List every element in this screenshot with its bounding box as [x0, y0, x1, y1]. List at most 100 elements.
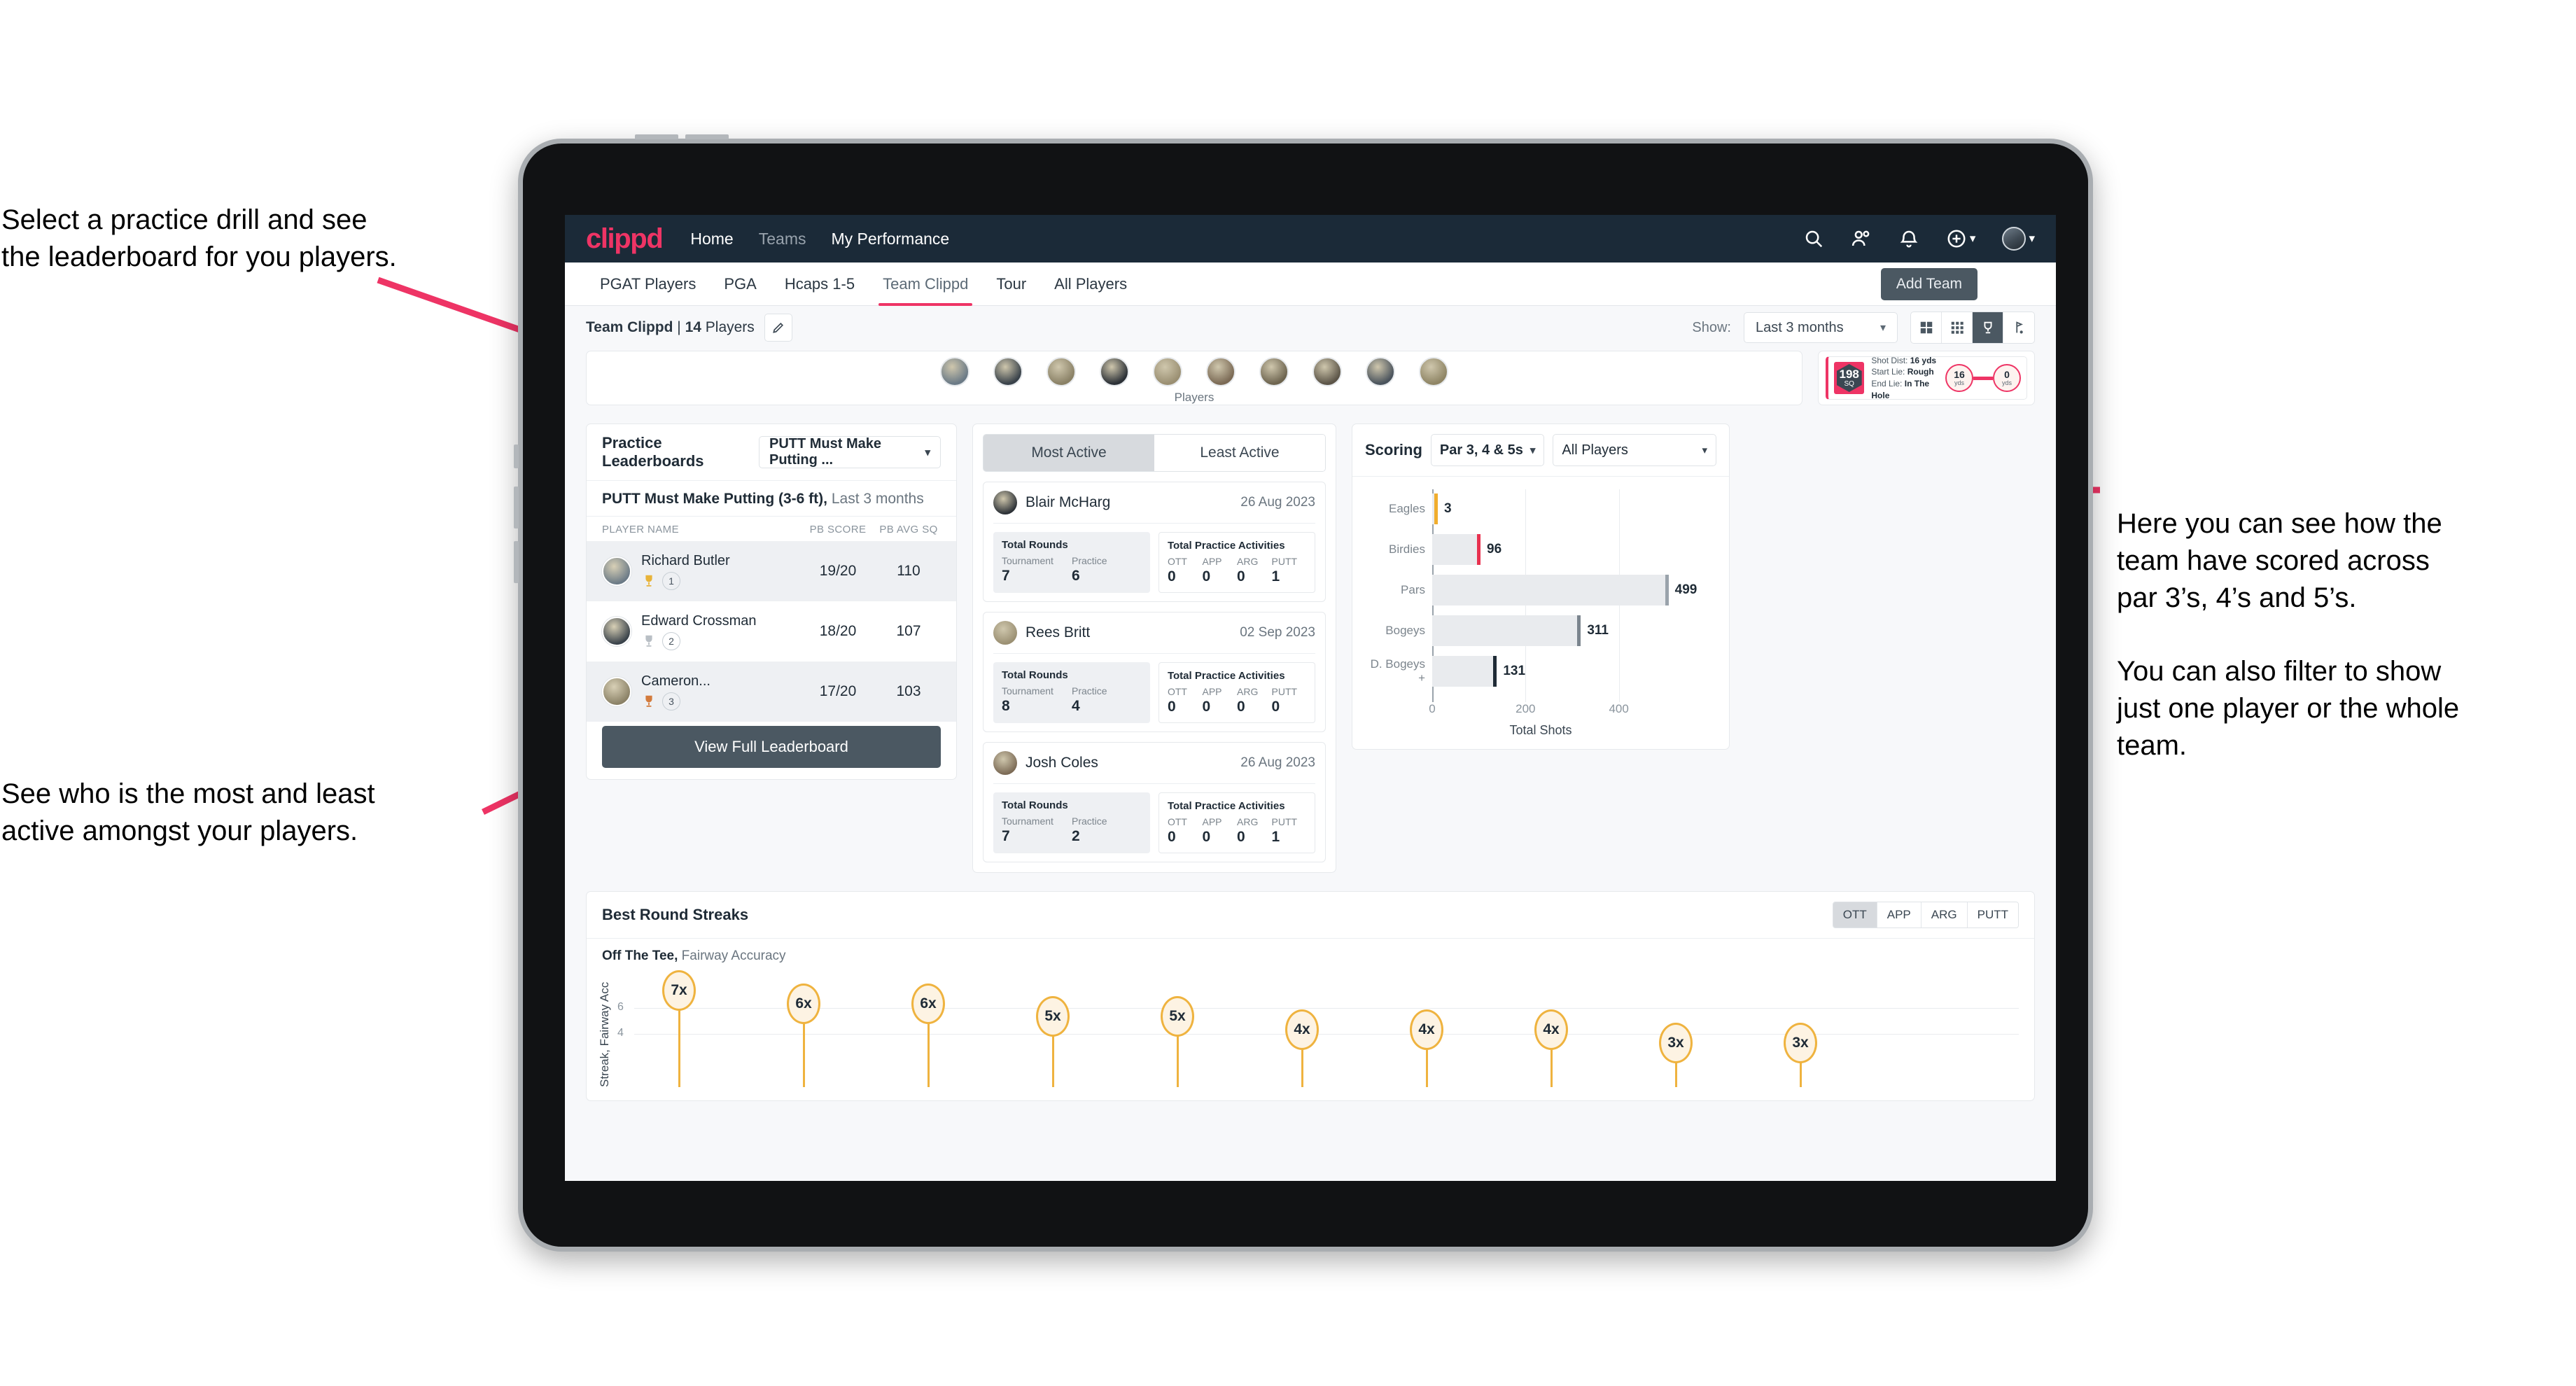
x-tick-label: 400 — [1609, 702, 1629, 715]
player-avatar[interactable] — [1366, 357, 1395, 386]
player-avatar[interactable] — [602, 617, 631, 646]
activity-stat-key: APP — [1202, 686, 1222, 697]
plus-circle-icon[interactable] — [1946, 228, 1967, 249]
main-cards-row: Practice Leaderboards PUTT Must Make Put… — [586, 424, 2035, 873]
activity-item[interactable]: Rees Britt 02 Sep 2023 Total Rounds Tournam… — [983, 612, 1326, 732]
total-practice-activities-box: Total Practice Activities OTT 0 APP 0 ARG 0 PUT… — [1158, 532, 1315, 593]
view-mode-trophy[interactable] — [1973, 312, 2003, 343]
add-team-button[interactable]: Add Team — [1880, 268, 1977, 300]
bar-cap — [1477, 534, 1480, 565]
player-rank-block: 3 — [641, 692, 799, 710]
activity-date: 02 Sep 2023 — [1240, 625, 1315, 640]
lollipop-head: 4x — [1410, 1009, 1443, 1050]
edit-team-button[interactable] — [764, 314, 792, 342]
bar-value-label: 3 — [1444, 501, 1452, 516]
streaks-subtitle: Off The Tee, Fairway Accuracy — [587, 938, 2034, 968]
bar-category-label: Pars — [1401, 583, 1425, 596]
activity-stat-value: 0 — [1202, 829, 1211, 845]
rounds-stat-key: Tournament — [1002, 816, 1054, 827]
player-name: Blair McHarg — [1026, 494, 1111, 510]
player-avatar[interactable] — [993, 621, 1017, 645]
activity-stat-key: PUTT — [1271, 686, 1298, 697]
player-avatar[interactable] — [1100, 357, 1129, 386]
nav-link-home[interactable]: Home — [690, 230, 733, 248]
shot-detail-card: 198 SQ Shot Dist: 16 yds Start Lie: Roug… — [1818, 351, 2035, 405]
tab-tour[interactable]: Tour — [982, 262, 1040, 306]
bell-icon[interactable] — [1898, 228, 1919, 249]
drill-select[interactable]: PUTT Must Make Putting ... ▾ — [759, 436, 941, 468]
player-avatar[interactable] — [1153, 357, 1182, 386]
activity-stat-key: OTT — [1167, 556, 1187, 567]
leaderboard-row[interactable]: Richard Butler 1 19/20 110 — [587, 541, 956, 601]
trophy-icon — [1984, 321, 1991, 334]
streaks-tab-ott[interactable]: OTT — [1833, 902, 1877, 927]
clippd-logo[interactable]: clippd — [586, 223, 664, 255]
pencil-icon — [772, 322, 783, 333]
search-icon[interactable] — [1803, 228, 1824, 249]
leaderboard-row[interactable]: Cameron... 3 17/20 103 — [587, 662, 956, 722]
pb-score-value: 17/20 — [819, 683, 857, 699]
nav-link-my-performance[interactable]: My Performance — [831, 230, 949, 248]
people-icon[interactable] — [1851, 228, 1872, 249]
activity-stat: PUTT 0 — [1272, 686, 1307, 715]
x-tick-label: 200 — [1516, 702, 1536, 715]
player-avatar[interactable] — [940, 357, 969, 386]
team-separator: | — [673, 319, 685, 335]
view-mode-grid-large[interactable] — [1911, 312, 1942, 343]
streaks-tab-app[interactable]: APP — [1877, 902, 1921, 927]
add-menu[interactable]: ▾ — [1946, 228, 1975, 249]
view-mode-golf-flag[interactable] — [2003, 312, 2034, 343]
tab-most-active[interactable]: Most Active — [983, 435, 1154, 471]
end-distance-unit: yds — [2001, 379, 2012, 386]
lollipop-head: 4x — [1285, 1009, 1319, 1050]
scoring-player-select[interactable]: All Players ▾ — [1553, 434, 1716, 466]
player-avatar[interactable] — [1419, 357, 1448, 386]
player-rank-block: 2 — [641, 631, 799, 650]
activity-tabs: Most Active Least Active — [983, 434, 1326, 472]
tab-pga[interactable]: PGA — [710, 262, 770, 306]
total-practice-activities-values: OTT 0 APP 0 ARG 0 PUTT 0 — [1168, 686, 1306, 715]
nav-link-teams[interactable]: Teams — [759, 230, 806, 248]
tab-hcaps-1-5[interactable]: Hcaps 1-5 — [771, 262, 869, 306]
tab-all-players[interactable]: All Players — [1040, 262, 1141, 306]
player-avatar[interactable] — [993, 751, 1017, 775]
shot-quality-badge: 198 SQ — [1834, 362, 1865, 394]
streaks-tab-arg[interactable]: ARG — [1921, 902, 1968, 927]
tab-team-clippd[interactable]: Team Clippd — [869, 262, 982, 306]
view-full-leaderboard-button[interactable]: View Full Leaderboard — [602, 726, 941, 768]
user-menu[interactable]: ▾ — [2002, 227, 2035, 251]
activity-item[interactable]: Blair McHarg 26 Aug 2023 Total Rounds Tourn… — [983, 482, 1326, 602]
leaderboard-row[interactable]: Edward Crossman 2 18/20 107 — [587, 601, 956, 662]
player-avatar[interactable] — [993, 357, 1023, 386]
player-avatar[interactable] — [993, 491, 1017, 514]
activity-item[interactable]: Josh Coles 26 Aug 2023 Total Rounds Tournam… — [983, 742, 1326, 862]
rounds-stat-key: Practice — [1071, 555, 1107, 566]
period-select[interactable]: Last 3 months ▾ — [1744, 312, 1898, 343]
rounds-stat-value: 2 — [1071, 828, 1080, 844]
avatar[interactable] — [2002, 227, 2026, 251]
total-rounds-box: Total Rounds Tournament 8 Practice 4 — [993, 662, 1150, 723]
streaks-tab-putt[interactable]: PUTT — [1967, 902, 2018, 927]
player-avatar[interactable] — [1312, 357, 1342, 386]
player-avatar[interactable] — [1046, 357, 1076, 386]
rounds-stat-key: Tournament — [1002, 555, 1054, 566]
player-avatar[interactable] — [602, 556, 631, 586]
tablet-frame: clippd Home Teams My Performance ▾ ▾ PGA… — [514, 134, 2093, 1252]
chart-bar-row: D. Bogeys + 131 — [1365, 652, 1716, 691]
player-avatar[interactable] — [602, 677, 631, 706]
total-practice-activities-values: OTT 0 APP 0 ARG 0 PUTT 1 — [1168, 556, 1306, 585]
view-mode-grid-small[interactable] — [1942, 312, 1973, 343]
top-cards-row: Players 198 SQ Shot Dist: 16 yds Start L… — [586, 351, 2035, 405]
total-rounds-values: Tournament 7 Practice 2 — [1002, 816, 1142, 845]
tab-pgat-players[interactable]: PGAT Players — [586, 262, 710, 306]
activity-stat-key: APP — [1202, 556, 1222, 567]
tab-least-active[interactable]: Least Active — [1154, 435, 1325, 471]
rank-badge: 1 — [662, 571, 680, 590]
activity-stat: APP 0 — [1202, 816, 1237, 846]
activity-stat-value: 0 — [1237, 699, 1245, 715]
activity-item-header: Josh Coles 26 Aug 2023 — [993, 751, 1315, 775]
player-avatar[interactable] — [1259, 357, 1289, 386]
player-avatar[interactable] — [1206, 357, 1236, 386]
par-select[interactable]: Par 3, 4 & 5s ▾ — [1430, 434, 1545, 466]
player-name: Josh Coles — [1026, 755, 1098, 771]
